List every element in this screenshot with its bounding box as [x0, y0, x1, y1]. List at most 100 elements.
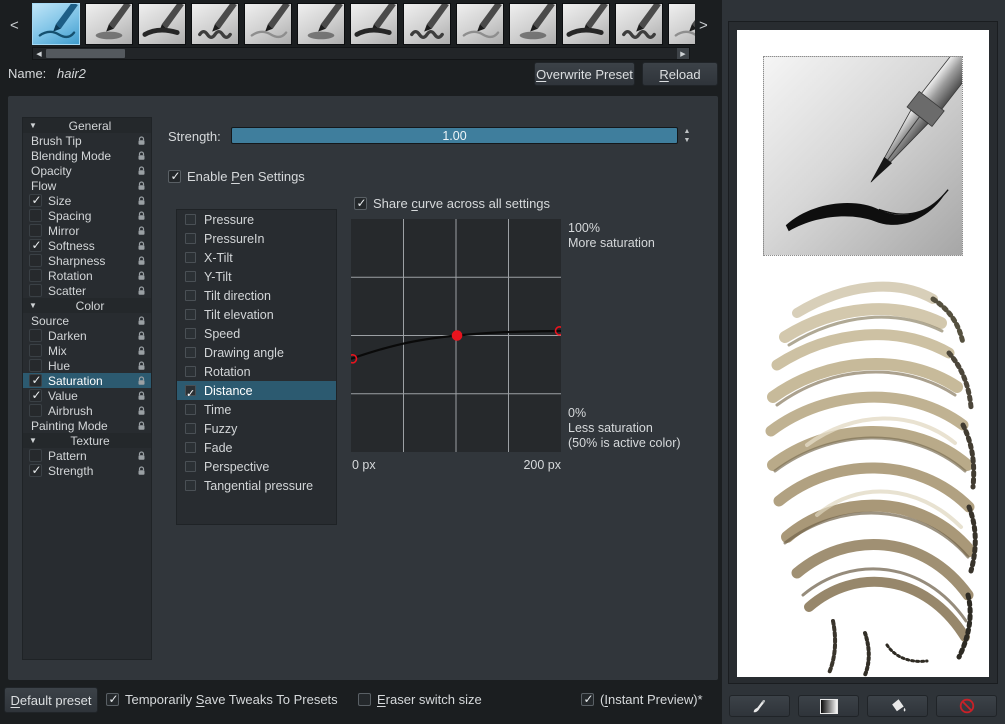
tree-item-brush-tip[interactable]: Brush Tip — [23, 133, 151, 148]
collapse-triangle-icon[interactable]: ▼ — [23, 121, 43, 130]
tree-item-blending-mode[interactable]: Blending Mode — [23, 148, 151, 163]
curve-canvas[interactable] — [351, 219, 561, 452]
tree-section-texture[interactable]: ▼Texture — [23, 433, 151, 448]
preset-thumbnail-selected[interactable] — [32, 3, 80, 45]
tree-item-painting-mode[interactable]: Painting Mode — [23, 418, 151, 433]
sensor-checkbox[interactable] — [185, 214, 196, 225]
lock-icon[interactable] — [137, 361, 146, 371]
lock-icon[interactable] — [137, 286, 146, 296]
preset-thumbnail[interactable] — [191, 3, 239, 45]
overwrite-preset-button[interactable]: Overwrite Preset — [534, 62, 635, 86]
item-checkbox[interactable] — [29, 329, 42, 342]
checkbox-box[interactable]: ✓ — [581, 693, 594, 706]
lock-icon[interactable] — [137, 181, 146, 191]
tree-item-softness[interactable]: ✓Softness — [23, 238, 151, 253]
sensor-checkbox[interactable] — [185, 328, 196, 339]
item-checkbox[interactable]: ✓ — [29, 464, 42, 477]
preset-thumbnail[interactable] — [509, 3, 557, 45]
sensor-checkbox[interactable] — [185, 271, 196, 282]
sensor-item-x-tilt[interactable]: X-Tilt — [177, 248, 336, 267]
tree-item-saturation[interactable]: ✓Saturation — [23, 373, 151, 388]
eraser-switch-size-checkbox[interactable]: Eraser switch size — [358, 692, 482, 707]
default-preset-button[interactable]: Default preset — [4, 687, 98, 713]
sensor-checkbox[interactable] — [185, 366, 196, 377]
sensor-item-y-tilt[interactable]: Y-Tilt — [177, 267, 336, 286]
lock-icon[interactable] — [137, 331, 146, 341]
checkbox-box[interactable]: ✓ — [106, 693, 119, 706]
sensor-checkbox[interactable] — [185, 290, 196, 301]
item-checkbox[interactable] — [29, 449, 42, 462]
lock-icon[interactable] — [137, 166, 146, 176]
tree-item-mix[interactable]: Mix — [23, 343, 151, 358]
preset-thumbnail[interactable] — [562, 3, 610, 45]
sensor-checkbox[interactable] — [185, 442, 196, 453]
item-checkbox[interactable] — [29, 344, 42, 357]
reload-button[interactable]: Reload — [642, 62, 718, 86]
preset-thumbnail[interactable] — [297, 3, 345, 45]
item-checkbox[interactable] — [29, 254, 42, 267]
item-checkbox[interactable]: ✓ — [29, 374, 42, 387]
sensor-item-drawing-angle[interactable]: Drawing angle — [177, 343, 336, 362]
fill-with-gradient-button[interactable] — [798, 695, 859, 717]
item-checkbox[interactable]: ✓ — [29, 194, 42, 207]
pen-sensor-list[interactable]: PressurePressureInX-TiltY-TiltTilt direc… — [176, 209, 337, 525]
preset-strip-prev-button[interactable]: < — [10, 18, 19, 33]
lock-icon[interactable] — [137, 316, 146, 326]
sensor-item-distance[interactable]: ✓Distance — [177, 381, 336, 400]
sensor-checkbox[interactable]: ✓ — [185, 385, 196, 396]
lock-icon[interactable] — [137, 136, 146, 146]
item-checkbox[interactable] — [29, 404, 42, 417]
sensor-item-tilt-elevation[interactable]: Tilt elevation — [177, 305, 336, 324]
sensor-item-time[interactable]: Time — [177, 400, 336, 419]
sensor-item-speed[interactable]: Speed — [177, 324, 336, 343]
preset-thumbnail[interactable] — [85, 3, 133, 45]
checkbox-box[interactable]: ✓ — [168, 170, 181, 183]
preset-strip-scrollbar[interactable]: ◀ ▶ — [32, 47, 690, 60]
share-curve-checkbox[interactable]: ✓ Share curve across all settings — [354, 196, 550, 211]
sensor-checkbox[interactable] — [185, 404, 196, 415]
tree-item-hue[interactable]: Hue — [23, 358, 151, 373]
enable-pen-settings-checkbox[interactable]: ✓ Enable Pen Settings — [168, 169, 305, 184]
tree-item-scatter[interactable]: Scatter — [23, 283, 151, 298]
sensor-item-fade[interactable]: Fade — [177, 438, 336, 457]
sensor-item-rotation[interactable]: Rotation — [177, 362, 336, 381]
settings-tree[interactable]: ▼GeneralBrush TipBlending ModeOpacityFlo… — [22, 117, 152, 660]
fill-with-color-button[interactable] — [867, 695, 928, 717]
lock-icon[interactable] — [137, 451, 146, 461]
sensor-checkbox[interactable] — [185, 252, 196, 263]
tree-item-opacity[interactable]: Opacity — [23, 163, 151, 178]
preset-thumbnail[interactable] — [350, 3, 398, 45]
preset-thumbnail[interactable] — [244, 3, 292, 45]
tree-item-airbrush[interactable]: Airbrush — [23, 403, 151, 418]
sensor-checkbox[interactable] — [185, 233, 196, 244]
tree-item-spacing[interactable]: Spacing — [23, 208, 151, 223]
sensor-item-pressurein[interactable]: PressureIn — [177, 229, 336, 248]
lock-icon[interactable] — [137, 151, 146, 161]
strength-slider[interactable]: 1.00 — [231, 127, 678, 144]
tree-section-general[interactable]: ▼General — [23, 118, 151, 133]
sensor-item-fuzzy[interactable]: Fuzzy — [177, 419, 336, 438]
sensor-curve-editor[interactable] — [351, 219, 561, 452]
preset-name-value[interactable]: hair2 — [57, 66, 86, 81]
tree-item-source[interactable]: Source — [23, 313, 151, 328]
sensor-item-pressure[interactable]: Pressure — [177, 210, 336, 229]
item-checkbox[interactable] — [29, 224, 42, 237]
fill-with-brush-button[interactable] — [729, 695, 790, 717]
tree-section-color[interactable]: ▼Color — [23, 298, 151, 313]
reset-scratchpad-button[interactable] — [936, 695, 997, 717]
lock-icon[interactable] — [137, 196, 146, 206]
item-checkbox[interactable] — [29, 209, 42, 222]
tree-item-mirror[interactable]: Mirror — [23, 223, 151, 238]
lock-icon[interactable] — [137, 391, 146, 401]
preset-thumbnail[interactable] — [615, 3, 663, 45]
curve-point-selected[interactable] — [453, 331, 462, 340]
lock-icon[interactable] — [137, 346, 146, 356]
sensor-checkbox[interactable] — [185, 309, 196, 320]
preset-thumbnail[interactable] — [138, 3, 186, 45]
tree-item-size[interactable]: ✓Size — [23, 193, 151, 208]
scrollbar-left-arrow-icon[interactable]: ◀ — [33, 48, 45, 59]
tree-item-strength[interactable]: ✓Strength — [23, 463, 151, 478]
preset-thumbnail[interactable] — [403, 3, 451, 45]
lock-icon[interactable] — [137, 226, 146, 236]
tree-item-flow[interactable]: Flow — [23, 178, 151, 193]
